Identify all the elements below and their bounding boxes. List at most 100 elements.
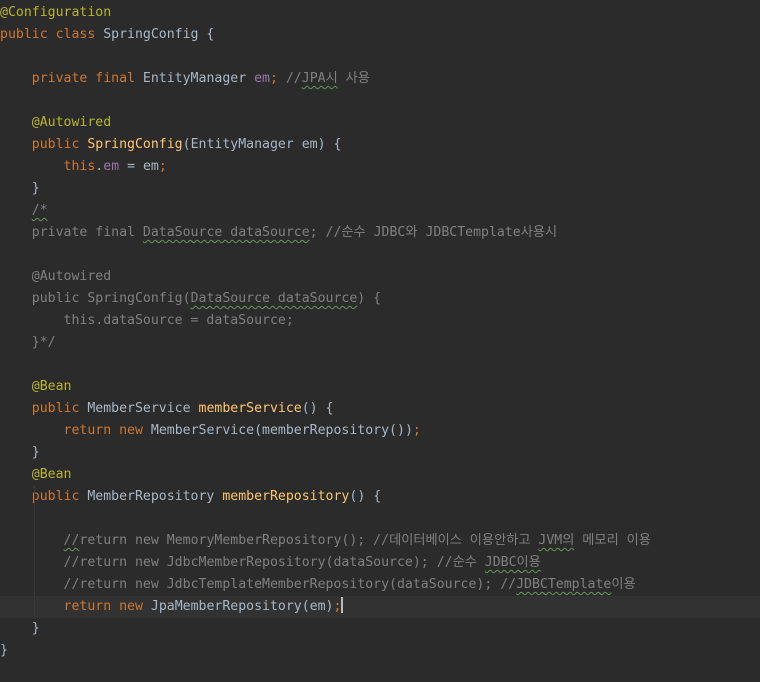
code-token: () { xyxy=(349,489,382,504)
code-token: private final xyxy=(0,225,143,240)
code-line[interactable]: this.dataSource = dataSource; xyxy=(0,310,760,332)
code-line[interactable]: @Bean xyxy=(0,464,760,486)
code-token: }*/ xyxy=(0,335,56,350)
code-line[interactable]: return new MemberService(memberRepositor… xyxy=(0,420,760,442)
code-token: SpringConfig xyxy=(87,137,183,152)
code-token: @Bean xyxy=(31,379,72,394)
code-line[interactable] xyxy=(0,354,760,376)
code-line[interactable]: this.em = em; xyxy=(0,156,760,178)
code-line[interactable]: }*/ xyxy=(0,332,760,354)
code-line[interactable]: public SpringConfig(EntityManager em) { xyxy=(0,134,760,156)
code-line[interactable]: @Autowired xyxy=(0,266,760,288)
code-token: } xyxy=(0,181,40,196)
code-line-current[interactable]: return new JpaMemberRepository(em); xyxy=(0,596,760,618)
code-token: 이용 xyxy=(611,577,636,592)
code-line[interactable]: @Bean xyxy=(0,376,760,398)
code-line[interactable] xyxy=(0,508,760,530)
code-line[interactable]: public MemberRepository memberRepository… xyxy=(0,486,760,508)
code-token: return new xyxy=(63,423,151,438)
code-token: // xyxy=(63,533,80,548)
code-token: } xyxy=(0,621,40,636)
code-token: JDBC이용 xyxy=(484,555,541,570)
code-token: DataSource dataSource xyxy=(190,291,358,306)
code-token: ; xyxy=(158,159,167,174)
code-token: = em xyxy=(119,159,159,174)
code-token: 사용 xyxy=(337,71,370,86)
code-token: private final xyxy=(31,71,143,86)
code-token: public class xyxy=(0,27,104,42)
code-token: @Autowired xyxy=(31,115,112,130)
code-line[interactable]: /* xyxy=(0,200,760,222)
code-line[interactable]: @Configuration xyxy=(0,2,760,24)
code-line[interactable]: //return new JdbcTemplateMemberRepositor… xyxy=(0,574,760,596)
code-line[interactable]: public MemberService memberService() { xyxy=(0,398,760,420)
code-token: ; //순수 JDBC와 JDBCTemplate사용시 xyxy=(309,225,558,240)
indent-guide xyxy=(34,596,35,618)
indent-guide xyxy=(34,530,35,552)
code-token: // xyxy=(285,71,302,86)
code-token: MemberService(memberRepository()) xyxy=(150,423,413,438)
code-line[interactable]: public class SpringConfig { xyxy=(0,24,760,46)
code-line[interactable]: //return new JdbcMemberRepository(dataSo… xyxy=(0,552,760,574)
code-token: ) { xyxy=(357,291,382,306)
code-token: JpaMemberRepository(em) xyxy=(150,599,334,614)
code-token: em xyxy=(254,71,270,86)
code-line[interactable] xyxy=(0,244,760,266)
code-token: return new MemoryMemberRepository(); //데… xyxy=(79,533,539,548)
code-token: @Autowired xyxy=(0,269,112,284)
code-token: EntityManager xyxy=(142,71,255,86)
code-line[interactable]: } xyxy=(0,640,760,662)
code-line[interactable]: private final EntityManager em; //JPA시 사… xyxy=(0,68,760,90)
code-token: //return new JdbcMemberRepository(dataSo… xyxy=(63,555,485,570)
code-token: @Bean xyxy=(31,467,72,482)
code-token: JPA시 xyxy=(301,71,338,86)
code-token: ; xyxy=(412,423,421,438)
code-editor[interactable]: @Configuration public class SpringConfig … xyxy=(0,2,760,662)
code-token: @Configuration xyxy=(0,5,112,20)
code-token: ; xyxy=(269,71,286,86)
code-token: /* xyxy=(31,203,48,218)
code-token: memberRepository xyxy=(222,489,350,504)
code-line[interactable]: } xyxy=(0,178,760,200)
code-line[interactable] xyxy=(0,90,760,112)
code-token: public SpringConfig( xyxy=(0,291,191,306)
code-token: (EntityManager em) { xyxy=(182,137,342,152)
code-token: return new xyxy=(63,599,151,614)
code-line[interactable]: public SpringConfig(DataSource dataSourc… xyxy=(0,288,760,310)
code-line[interactable]: private final DataSource dataSource; //순… xyxy=(0,222,760,244)
indent-guide xyxy=(34,574,35,596)
code-token: DataSource dataSource xyxy=(142,225,310,240)
code-token: JDBCTemplate xyxy=(516,577,612,592)
code-token: public xyxy=(31,137,88,152)
code-line[interactable]: //return new MemoryMemberRepository(); /… xyxy=(0,530,760,552)
indent-guide xyxy=(34,552,35,574)
code-token: //return new JdbcTemplateMemberRepositor… xyxy=(63,577,517,592)
code-line[interactable] xyxy=(0,46,760,68)
code-token: public xyxy=(31,489,88,504)
code-token: ; xyxy=(333,599,342,614)
code-token: memberService xyxy=(198,401,302,416)
indent-guide xyxy=(34,508,35,530)
code-line[interactable]: } xyxy=(0,442,760,464)
code-token: JVM의 xyxy=(538,533,575,548)
code-token: MemberService xyxy=(87,401,199,416)
code-token: MemberRepository xyxy=(87,489,223,504)
code-token: this xyxy=(63,159,96,174)
code-line[interactable]: @Autowired xyxy=(0,112,760,134)
code-token: } xyxy=(0,643,8,658)
code-token: 메모리 이용 xyxy=(574,533,651,548)
code-line[interactable]: } xyxy=(0,618,760,640)
code-token: public xyxy=(31,401,88,416)
code-token: this.dataSource = dataSource; xyxy=(0,313,294,328)
